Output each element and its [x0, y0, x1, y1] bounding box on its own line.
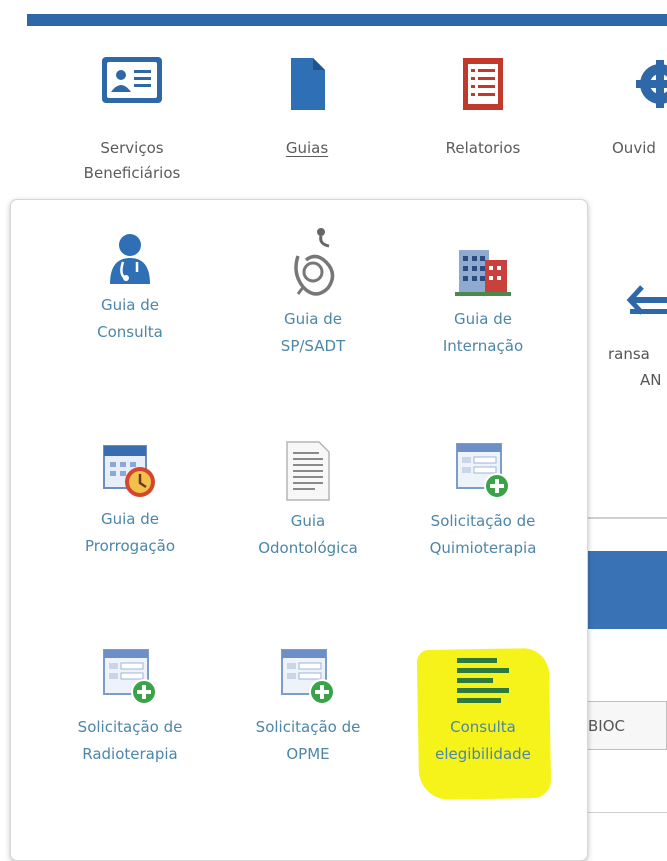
menu-item-label-line2: Odontológica	[258, 539, 358, 557]
transacoes-label-line2[interactable]: AN	[640, 368, 661, 393]
report-list-icon	[459, 54, 507, 114]
nav-label: Relatorios	[445, 139, 521, 157]
transacoes-label-line1[interactable]: ransa	[608, 342, 650, 367]
menu-item-label-line2: Radioterapia	[82, 745, 178, 763]
list-bars-icon	[453, 654, 513, 708]
menu-item-label-line2: Quimioterapia	[429, 539, 537, 557]
menu-item-label-line1: Solicitação de	[430, 512, 536, 530]
menu-item-label-line1: Solicitação de	[255, 718, 361, 736]
menu-item-label-line1: Guia de	[453, 310, 512, 328]
form-add-icon	[100, 646, 160, 708]
menu-item-label-line1: Consulta	[450, 718, 516, 736]
target-icon	[636, 54, 667, 114]
document-icon	[285, 54, 329, 114]
nav-guias[interactable]: Guias	[252, 54, 362, 161]
hospital-icon	[455, 240, 511, 300]
top-blue-bar	[27, 14, 667, 26]
menu-item-guia-consulta[interactable]: Guia de Consulta	[45, 232, 215, 346]
menu-item-solicitacao-radioterapia[interactable]: Solicitação de Radioterapia	[45, 646, 215, 768]
menu-item-label-line2: elegibilidade	[435, 745, 531, 763]
menu-item-label-line1: Guia de	[100, 510, 159, 528]
menu-item-label-line1: Guia de	[283, 310, 342, 328]
blue-panel-header	[586, 551, 667, 629]
nav-relatorios[interactable]: Relatorios	[428, 54, 538, 161]
menu-item-label-line1: Guia	[290, 512, 326, 530]
stethoscope-icon	[288, 226, 338, 300]
nav-label-line1: Serviços	[100, 139, 164, 157]
bioc-field[interactable]: BIOC	[586, 701, 667, 750]
menu-item-solicitacao-quimioterapia[interactable]: Solicitação de Quimioterapia	[398, 440, 568, 562]
nav-servicos-beneficiarios[interactable]: Serviços Beneficiários	[62, 54, 202, 186]
form-add-icon	[453, 440, 513, 502]
form-add-icon	[278, 646, 338, 708]
menu-item-label-line1: Guia de	[100, 296, 159, 314]
menu-item-consulta-elegibilidade[interactable]: Consulta elegibilidade	[398, 654, 568, 768]
nav-label: Guias	[285, 139, 329, 157]
menu-item-label-line1: Solicitação de	[77, 718, 183, 736]
doctor-icon	[105, 232, 155, 286]
arrow-left-icon	[626, 283, 667, 323]
divider	[586, 812, 667, 813]
menu-item-label-line2: SP/SADT	[280, 337, 346, 355]
menu-item-guia-sp-sadt[interactable]: Guia de SP/SADT	[228, 226, 398, 360]
id-card-icon	[99, 54, 165, 106]
menu-item-guia-internacao[interactable]: Guia de Internação	[398, 240, 568, 360]
text-document-icon	[283, 440, 333, 502]
calendar-clock-icon	[100, 440, 160, 500]
menu-item-guia-odontologica[interactable]: Guia Odontológica	[223, 440, 393, 562]
nav-label-line2: Beneficiários	[83, 164, 181, 182]
menu-item-label-line2: OPME	[286, 745, 330, 763]
menu-item-label-line2: Internação	[442, 337, 524, 355]
menu-item-label-line2: Consulta	[97, 323, 163, 341]
nav-ouvidoria[interactable]: Ouvid	[612, 54, 667, 161]
nav-label: Ouvid	[612, 139, 656, 157]
menu-item-solicitacao-opme[interactable]: Solicitação de OPME	[223, 646, 393, 768]
menu-item-label-line2: Prorrogação	[84, 537, 176, 555]
divider	[586, 517, 667, 519]
menu-item-guia-prorrogacao[interactable]: Guia de Prorrogação	[45, 440, 215, 560]
